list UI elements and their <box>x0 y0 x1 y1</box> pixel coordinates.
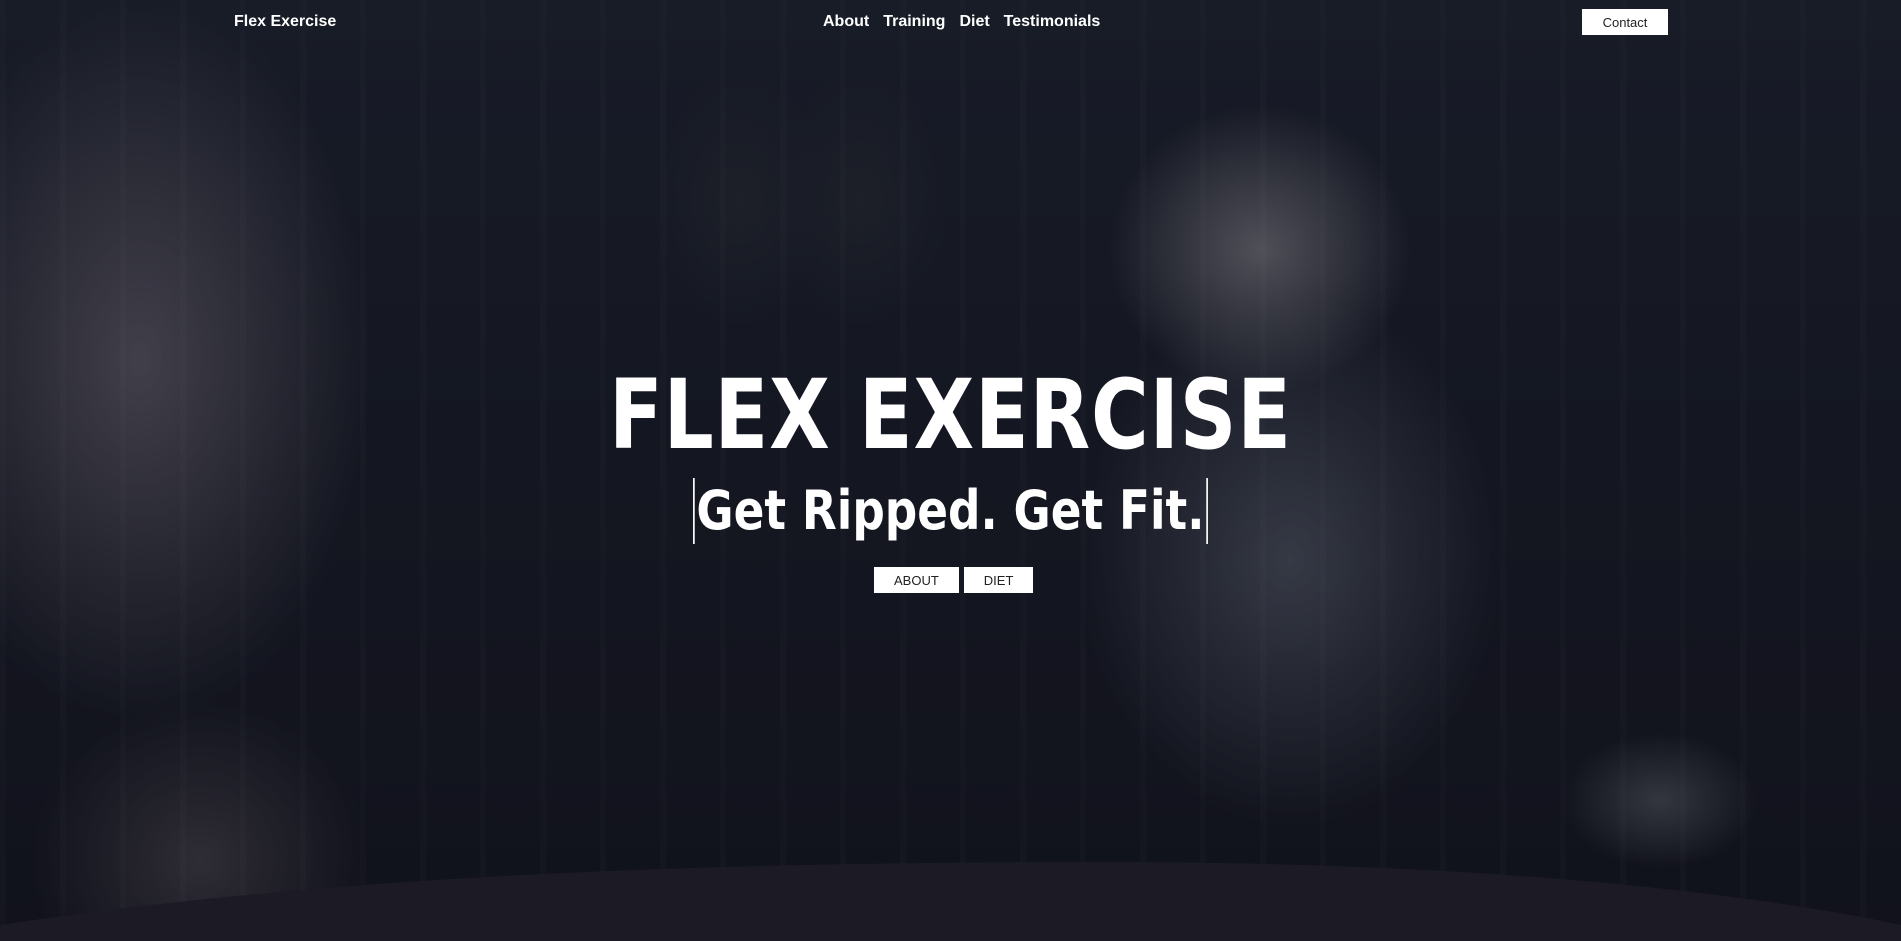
diet-button[interactable]: DIET <box>963 567 1034 593</box>
top-navbar: Flex Exercise About Training Diet Testim… <box>0 0 1901 44</box>
contact-button[interactable]: Contact <box>1582 9 1668 35</box>
hero-cta-buttons: ABOUT DIET <box>874 567 1034 593</box>
hero-subtitle-typed-text: Get Ripped. Get Fit. <box>693 478 1208 544</box>
hero-title: FLEX EXERCISE <box>608 359 1292 471</box>
nav-link-diet[interactable]: Diet <box>959 13 989 31</box>
hero-section: Flex Exercise About Training Diet Testim… <box>0 0 1901 941</box>
nav-link-testimonials[interactable]: Testimonials <box>1004 13 1101 31</box>
hero-subtitle-container: Get Ripped. Get Fit. <box>0 478 1901 544</box>
brand-logo-link[interactable]: Flex Exercise <box>234 13 336 31</box>
about-button[interactable]: ABOUT <box>874 567 959 593</box>
nav-link-about[interactable]: About <box>823 13 869 31</box>
nav-menu: About Training Diet Testimonials <box>823 13 1100 31</box>
nav-link-training[interactable]: Training <box>883 13 945 31</box>
